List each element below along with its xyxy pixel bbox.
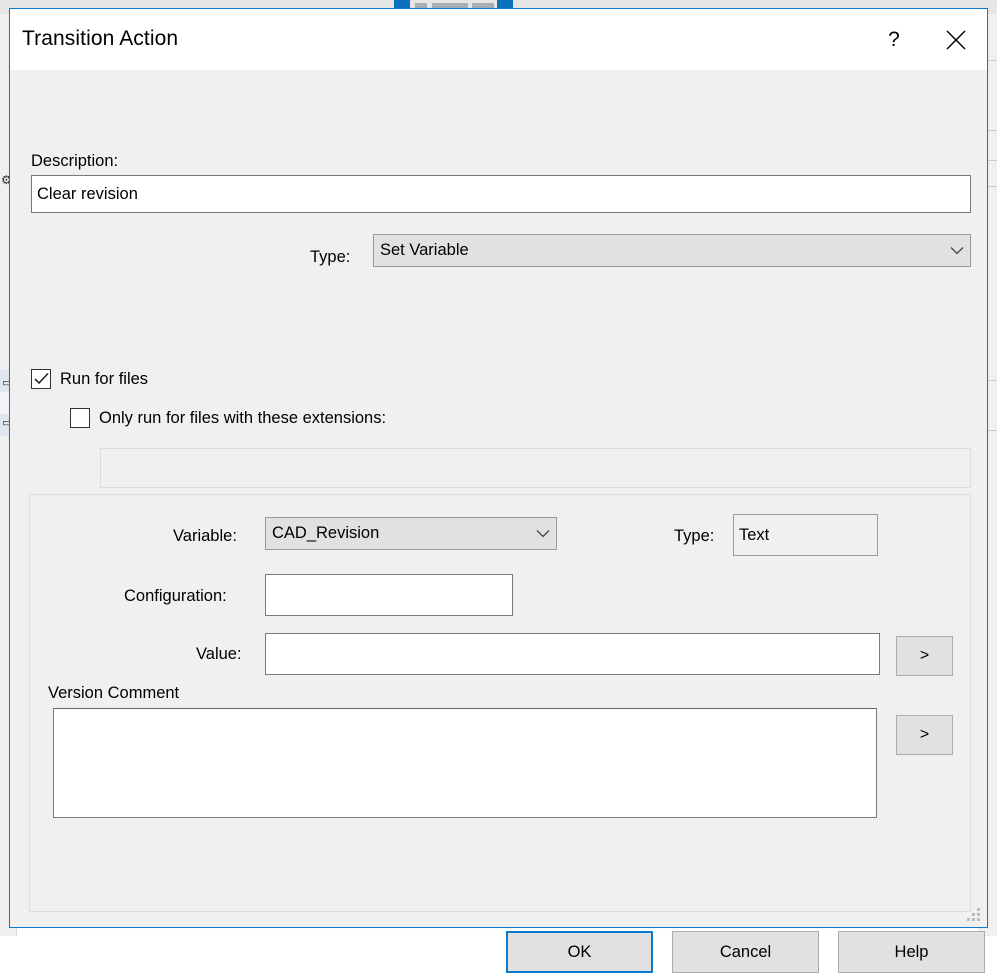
configuration-label: Configuration: (124, 587, 227, 606)
version-comment-textarea[interactable] (53, 708, 877, 818)
checkbox-box-checked (31, 369, 51, 389)
cancel-button[interactable]: Cancel (672, 931, 819, 973)
run-for-files-checkbox[interactable]: Run for files (31, 369, 148, 389)
chevron-down-icon (530, 529, 556, 538)
variable-label: Variable: (173, 527, 237, 546)
checkbox-box-unchecked (70, 408, 90, 428)
value-input[interactable] (265, 633, 880, 675)
variable-dropdown-value: CAD_Revision (266, 524, 530, 543)
variable-settings-group (29, 494, 971, 912)
version-comment-browse-button[interactable]: > (896, 715, 953, 755)
run-for-files-label: Run for files (60, 370, 148, 389)
type-dropdown[interactable]: Set Variable (373, 234, 971, 267)
configuration-input[interactable] (265, 574, 513, 616)
titlebar-buttons: ? (863, 9, 987, 70)
type-label: Type: (310, 248, 350, 267)
transition-action-dialog: Transition Action ? Description: Type: S… (9, 8, 988, 928)
help-button[interactable]: Help (838, 931, 985, 973)
description-label: Description: (31, 152, 118, 171)
dialog-titlebar: Transition Action ? (10, 9, 987, 70)
value-browse-button[interactable]: > (896, 636, 953, 676)
help-icon[interactable]: ? (863, 9, 925, 72)
type-dropdown-value: Set Variable (374, 241, 944, 260)
only-extensions-checkbox[interactable]: Only run for files with these extensions… (70, 408, 386, 428)
resize-grip[interactable] (967, 908, 981, 922)
dialog-client-area: Description: Type: Set Variable Run for … (10, 70, 987, 927)
chevron-down-icon (944, 246, 970, 255)
extensions-input[interactable] (100, 448, 971, 488)
variable-type-label: Type: (674, 527, 714, 546)
dialog-title: Transition Action (22, 27, 178, 51)
variable-dropdown[interactable]: CAD_Revision (265, 517, 557, 550)
help-icon-glyph: ? (888, 28, 900, 52)
variable-type-value (733, 514, 878, 556)
ok-button[interactable]: OK (506, 931, 653, 973)
only-extensions-label: Only run for files with these extensions… (99, 409, 386, 428)
description-input[interactable] (31, 175, 971, 213)
version-comment-label: Version Comment (48, 684, 179, 703)
value-label: Value: (196, 645, 242, 664)
close-icon[interactable] (925, 9, 987, 70)
